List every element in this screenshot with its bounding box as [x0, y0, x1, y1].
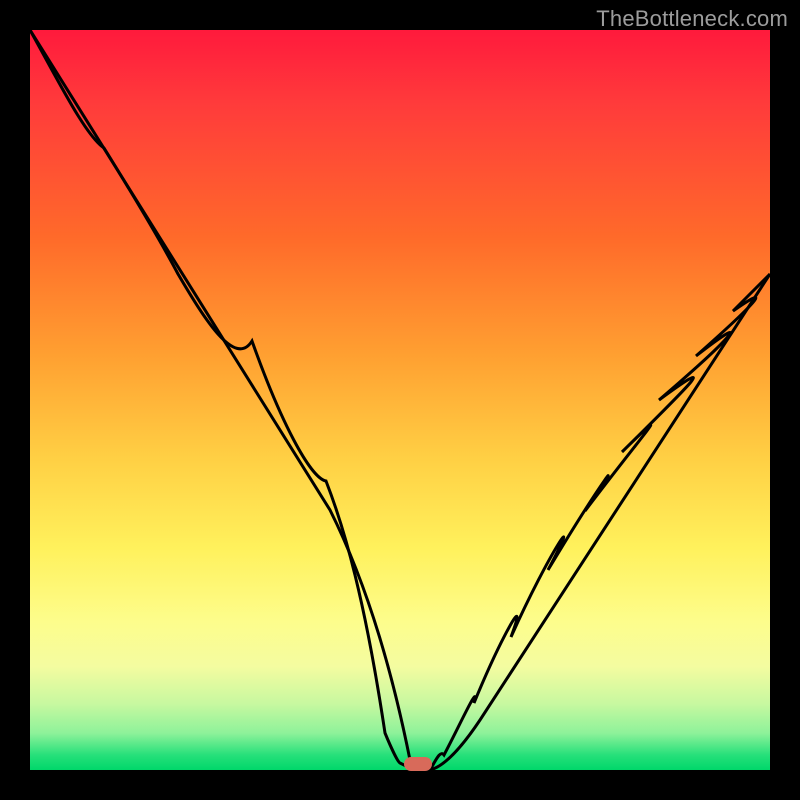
bottleneck-curve: [30, 30, 770, 770]
watermark-text: TheBottleneck.com: [596, 6, 788, 32]
bottleneck-marker: [404, 757, 432, 771]
plot-area: [30, 30, 770, 770]
chart-frame: TheBottleneck.com: [0, 0, 800, 800]
